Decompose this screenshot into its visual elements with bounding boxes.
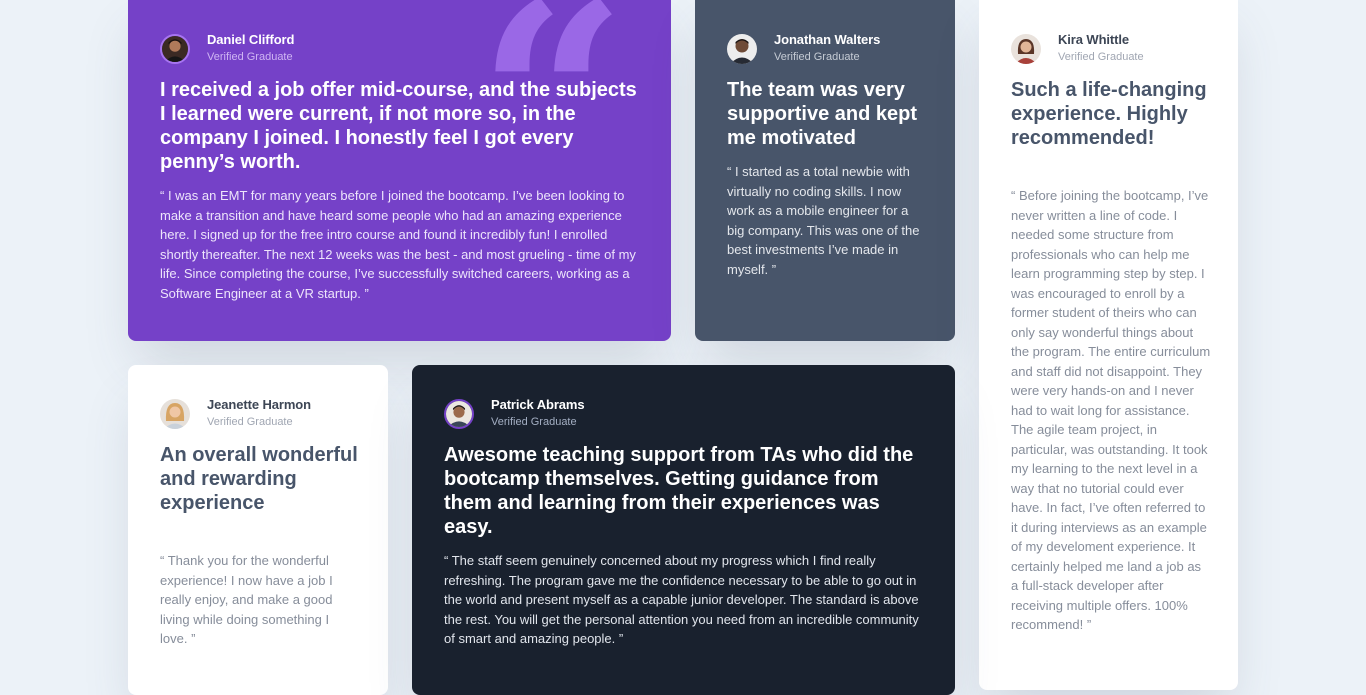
- person-role: Verified Graduate: [774, 51, 860, 63]
- testimonial-header: Kira Whittle Verified Graduate: [1011, 32, 1144, 65]
- person-info: Jonathan Walters Verified Graduate: [774, 32, 880, 65]
- testimonial-headline: Awesome teaching support from TAs who di…: [444, 444, 914, 538]
- avatar-daniel-icon: [160, 33, 190, 64]
- person-info: Kira Whittle Verified Graduate: [1058, 32, 1144, 65]
- testimonial-headline: I received a job offer mid-course, and t…: [160, 79, 637, 173]
- person-info: Patrick Abrams Verified Graduate: [491, 397, 585, 430]
- testimonial-headline: The team was very supportive and kept me…: [727, 79, 918, 149]
- testimonial-card-jeanette: Jeanette Harmon Verified Graduate An ove…: [128, 365, 388, 695]
- testimonial-header: Jonathan Walters Verified Graduate: [727, 32, 880, 65]
- person-name: Jonathan Walters: [774, 32, 881, 47]
- person-role: Verified Graduate: [491, 416, 577, 428]
- person-info: Daniel Clifford Verified Graduate: [207, 32, 294, 65]
- testimonial-card-daniel: “ Daniel Clifford Verified Graduate I re…: [128, 0, 671, 341]
- testimonial-header: Jeanette Harmon Verified Graduate: [160, 397, 311, 430]
- testimonial-headline: Such a life-changing experience. Highly …: [1011, 79, 1207, 149]
- person-role: Verified Graduate: [207, 51, 293, 63]
- person-name: Kira Whittle: [1058, 32, 1130, 47]
- person-name: Daniel Clifford: [207, 32, 295, 47]
- person-name: Patrick Abrams: [491, 397, 585, 412]
- testimonial-body: “ I started as a total newbie with virtu…: [727, 164, 920, 277]
- person-role: Verified Graduate: [1058, 51, 1144, 63]
- testimonial-card-kira: Kira Whittle Verified Graduate Such a li…: [979, 0, 1238, 690]
- avatar-patrick-icon: [444, 398, 474, 429]
- testimonial-header: Patrick Abrams Verified Graduate: [444, 397, 585, 430]
- avatar-jeanette-icon: [160, 398, 190, 429]
- person-info: Jeanette Harmon Verified Graduate: [207, 397, 311, 430]
- testimonial-header: Daniel Clifford Verified Graduate: [160, 32, 294, 65]
- testimonial-card-patrick: Patrick Abrams Verified Graduate Awesome…: [412, 365, 955, 695]
- person-role: Verified Graduate: [207, 416, 293, 428]
- testimonial-headline: An overall wonderful and rewarding exper…: [160, 444, 358, 514]
- testimonial-body: “ I was an EMT for many years before I j…: [160, 188, 636, 301]
- person-name: Jeanette Harmon: [207, 397, 311, 412]
- avatar-kira-icon: [1011, 33, 1041, 64]
- testimonial-body: “ Before joining the bootcamp, I’ve neve…: [1011, 188, 1211, 632]
- testimonial-card-jonathan: Jonathan Walters Verified Graduate The t…: [695, 0, 955, 341]
- testimonial-body: “ The staff seem genuinely concerned abo…: [444, 553, 919, 646]
- avatar-jonathan-icon: [727, 33, 757, 64]
- testimonial-body: “ Thank you for the wonderful experience…: [160, 553, 333, 646]
